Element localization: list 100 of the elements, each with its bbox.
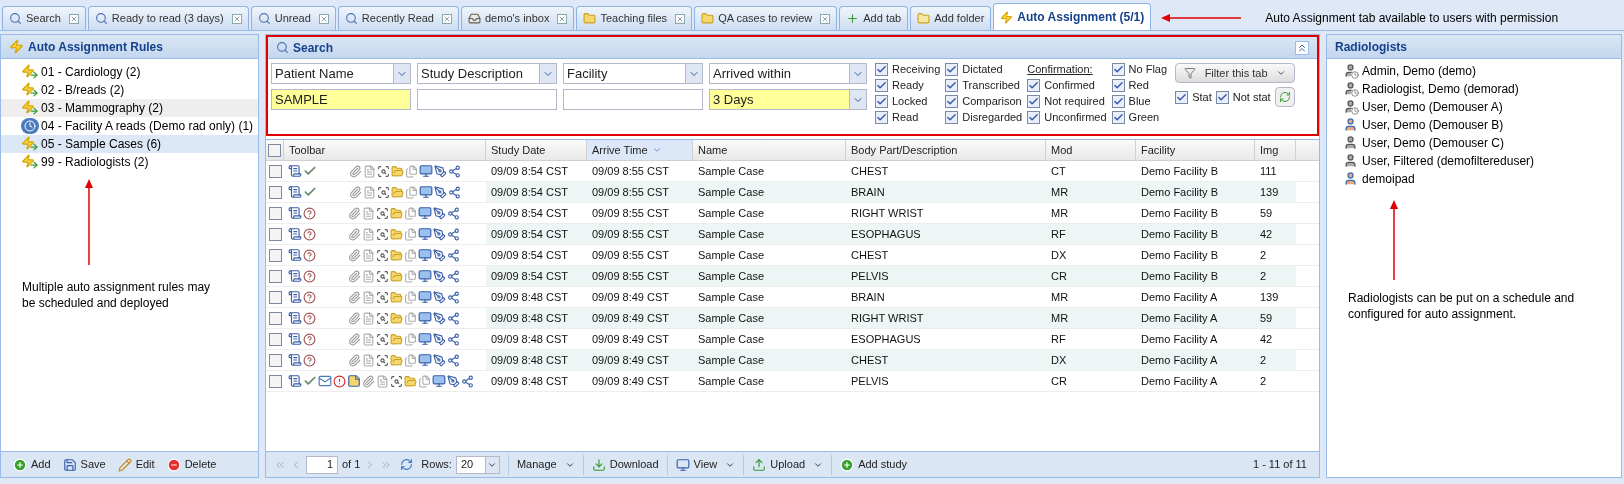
checkbox[interactable]: [875, 111, 888, 124]
paperclip-icon[interactable]: [348, 311, 361, 325]
panel-button[interactable]: Edit: [113, 454, 159, 475]
monitor-icon[interactable]: [419, 185, 433, 199]
monitor-icon[interactable]: [418, 248, 432, 262]
paperclip-icon[interactable]: [362, 374, 375, 388]
row-checkbox[interactable]: [268, 185, 282, 199]
question-icon[interactable]: [303, 290, 316, 304]
close-icon[interactable]: [675, 13, 686, 24]
report-icon[interactable]: [288, 269, 302, 283]
image-search-icon[interactable]: [377, 164, 390, 178]
rule-item[interactable]: 03 - Mammography (2): [1, 99, 258, 117]
report-icon[interactable]: [288, 164, 302, 178]
toolbar-button[interactable]: Manage: [508, 454, 583, 475]
checkbox[interactable]: [1027, 95, 1041, 108]
report-icon[interactable]: [288, 290, 302, 304]
user-item[interactable]: demoipad: [1343, 170, 1621, 188]
pen-icon[interactable]: [433, 290, 446, 304]
tab[interactable]: Ready to read (3 days): [87, 6, 249, 30]
report-icon[interactable]: [288, 311, 302, 325]
image-search-icon[interactable]: [376, 353, 389, 367]
paperclip-icon[interactable]: [349, 164, 362, 178]
column-header[interactable]: Mod: [1046, 140, 1136, 160]
column-header[interactable]: Body Part/Description: [846, 140, 1046, 160]
row-checkbox[interactable]: [268, 353, 282, 367]
toolbar-button[interactable]: Upload: [743, 454, 832, 475]
pen-icon[interactable]: [447, 374, 460, 388]
checkbox[interactable]: [945, 111, 959, 124]
report-icon[interactable]: [288, 332, 302, 346]
row-checkbox[interactable]: [268, 332, 282, 346]
close-icon[interactable]: [318, 13, 329, 24]
tab[interactable]: QA cases to review: [694, 6, 838, 30]
share-icon[interactable]: [447, 353, 460, 367]
pen-icon[interactable]: [433, 269, 446, 283]
image-search-icon[interactable]: [376, 269, 389, 283]
row-checkbox[interactable]: [268, 206, 282, 220]
rule-item[interactable]: 01 - Cardiology (2): [1, 63, 258, 81]
tab[interactable]: Auto Assignment (5/1): [993, 3, 1152, 30]
image-search-icon[interactable]: [377, 185, 390, 199]
checkbox[interactable]: [1111, 63, 1125, 76]
close-icon[interactable]: [820, 13, 831, 24]
user-item[interactable]: Admin, Demo (demo): [1343, 62, 1621, 80]
field-selector[interactable]: Facility: [563, 63, 703, 84]
tab[interactable]: Unread: [250, 6, 336, 30]
tab[interactable]: demo's inbox: [461, 6, 575, 30]
field-selector[interactable]: Study Description: [417, 63, 557, 84]
toolbar-button[interactable]: View: [666, 454, 744, 475]
monitor-icon[interactable]: [432, 374, 446, 388]
checkbox[interactable]: [1111, 95, 1125, 108]
paperclip-icon[interactable]: [348, 332, 361, 346]
checkbox[interactable]: [875, 63, 888, 76]
tab[interactable]: Teaching files: [576, 6, 693, 30]
user-item[interactable]: Radiologist, Demo (demorad): [1343, 80, 1621, 98]
report-icon[interactable]: [288, 374, 302, 388]
alert-icon[interactable]: [333, 374, 346, 388]
share-icon[interactable]: [447, 206, 460, 220]
checkbox[interactable]: [1215, 90, 1229, 104]
user-item[interactable]: User, Demo (Demouser C): [1343, 134, 1621, 152]
image-search-icon[interactable]: [376, 290, 389, 304]
filter-field[interactable]: [563, 89, 703, 110]
share-icon[interactable]: [447, 248, 460, 262]
report-icon[interactable]: [288, 353, 302, 367]
share-icon[interactable]: [447, 290, 460, 304]
checkbox[interactable]: [1175, 90, 1189, 104]
share-icon[interactable]: [448, 164, 461, 178]
question-icon[interactable]: [303, 311, 316, 325]
report-icon[interactable]: [288, 185, 302, 199]
column-header[interactable]: Facility: [1136, 140, 1255, 160]
envelope-icon[interactable]: [318, 374, 332, 388]
tab[interactable]: Search: [2, 6, 86, 30]
paperclip-icon[interactable]: [348, 206, 361, 220]
toolbar-button[interactable]: Add study: [831, 454, 916, 475]
share-icon[interactable]: [447, 332, 460, 346]
tab[interactable]: Recently Read: [337, 6, 459, 30]
monitor-icon[interactable]: [418, 269, 432, 283]
image-search-icon[interactable]: [390, 374, 403, 388]
share-icon[interactable]: [448, 185, 461, 199]
close-icon[interactable]: [68, 13, 79, 24]
monitor-icon[interactable]: [419, 164, 433, 178]
image-search-icon[interactable]: [376, 332, 389, 346]
checkbox[interactable]: [945, 63, 959, 76]
paperclip-icon[interactable]: [348, 227, 361, 241]
paperclip-icon[interactable]: [348, 269, 361, 283]
checkbox[interactable]: [1111, 79, 1125, 92]
field-selector[interactable]: Patient Name: [271, 63, 411, 84]
toolbar-button[interactable]: Download: [582, 454, 667, 475]
pen-icon[interactable]: [434, 164, 447, 178]
pen-icon[interactable]: [433, 332, 446, 346]
row-checkbox[interactable]: [268, 311, 282, 325]
row-checkbox[interactable]: [268, 374, 282, 388]
column-header[interactable]: Toolbar: [284, 140, 486, 160]
note-icon[interactable]: [347, 374, 361, 388]
tab[interactable]: Add folder: [910, 6, 992, 30]
question-icon[interactable]: [303, 206, 316, 220]
monitor-icon[interactable]: [418, 353, 432, 367]
row-checkbox[interactable]: [268, 164, 282, 178]
field-selector[interactable]: Arrived within: [709, 63, 867, 84]
share-icon[interactable]: [447, 311, 460, 325]
rule-item[interactable]: 04 - Facility A reads (Demo rad only) (1): [1, 117, 258, 135]
pen-icon[interactable]: [434, 185, 447, 199]
